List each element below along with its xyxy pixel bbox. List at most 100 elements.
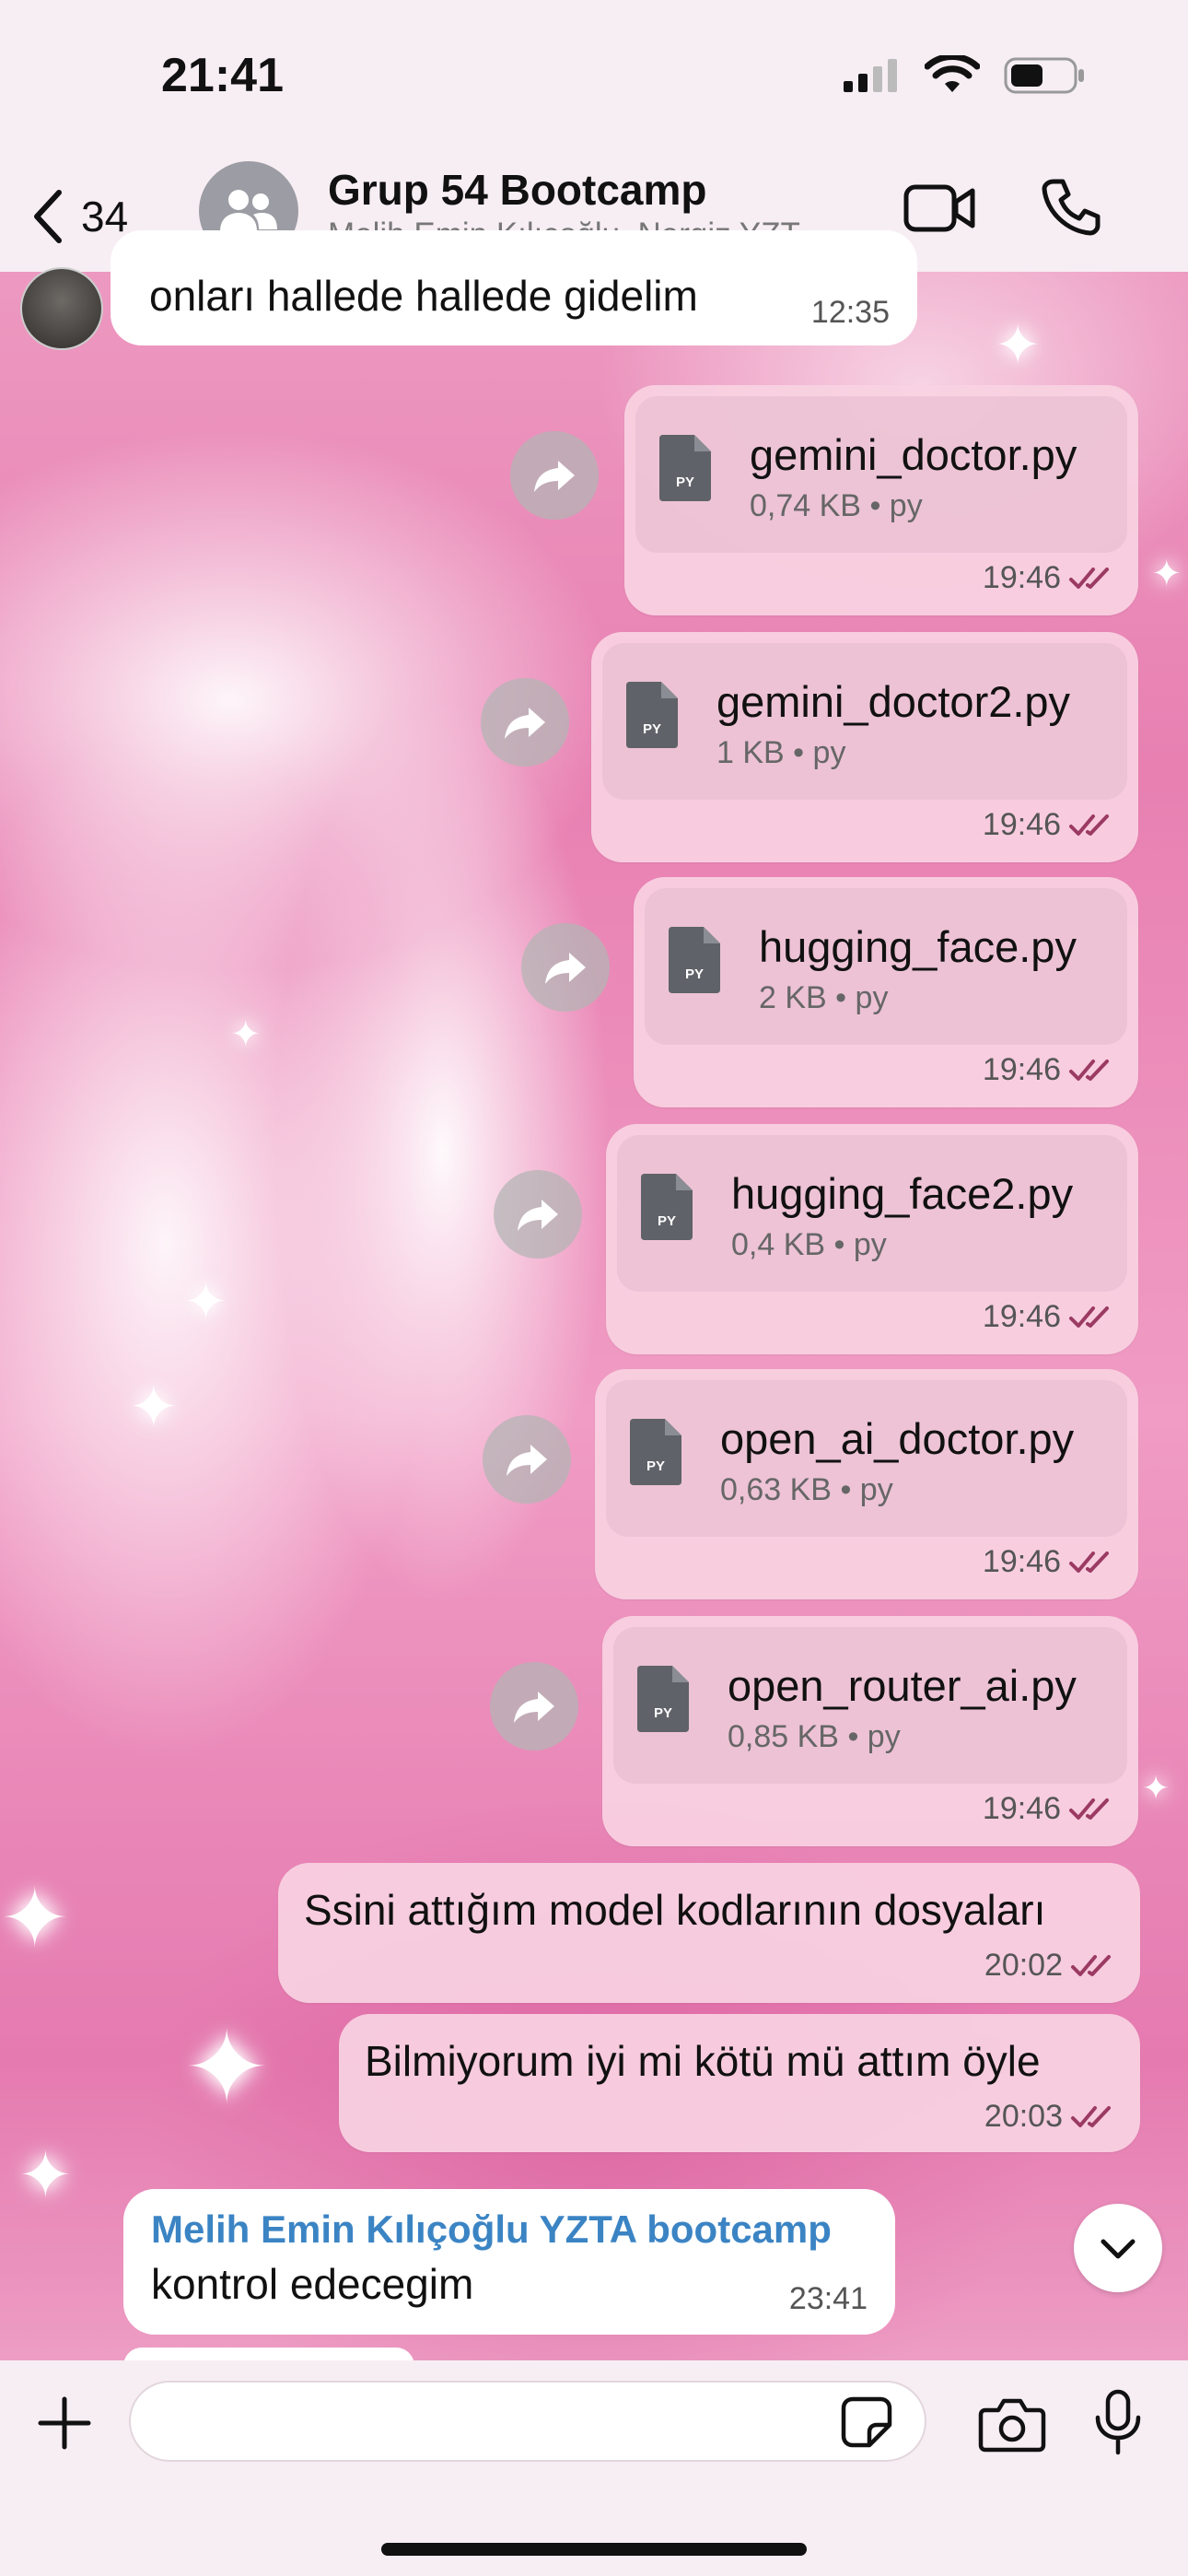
file-icon: PY: [637, 1666, 689, 1732]
file-meta: 0,4 KB • py: [731, 1227, 887, 1263]
double-check-icon: [1069, 814, 1109, 836]
file-meta: 0,85 KB • py: [728, 1719, 901, 1755]
file-size: 0,85 KB: [728, 1719, 839, 1754]
file-meta-separator: •: [793, 735, 805, 770]
message-input[interactable]: [129, 2381, 926, 2462]
sparkle-decoration: ✦: [184, 2011, 270, 2125]
sticker-button[interactable]: [840, 2395, 893, 2453]
file-size: 0,4 KB: [731, 1227, 826, 1262]
file-message[interactable]: PY gemini_doctor.py 0,74 KB • py 19:46: [624, 385, 1138, 615]
camera-button[interactable]: [978, 2395, 1046, 2457]
file-icon-label: PY: [643, 721, 661, 737]
message-time-label: 19:46: [982, 1544, 1061, 1579]
file-message[interactable]: PY open_router_ai.py 0,85 KB • py 19:46: [602, 1616, 1138, 1846]
sender-name[interactable]: Melih Emin Kılıçoğlu YZTA bootcamp: [151, 2207, 832, 2252]
microphone-button[interactable]: [1092, 2388, 1144, 2461]
sparkle-decoration: ✦: [184, 1272, 227, 1330]
status-icons: [842, 55, 1087, 96]
message-time: 19:46: [983, 807, 1114, 843]
chevron-down-icon: [1101, 2239, 1136, 2259]
message-time-label: 19:46: [982, 560, 1061, 595]
file-icon: PY: [630, 1419, 681, 1485]
file-attachment[interactable]: PY gemini_doctor.py 0,74 KB • py: [635, 396, 1127, 553]
video-call-icon: [903, 184, 975, 232]
forward-button[interactable]: [510, 431, 599, 520]
cellular-signal-icon: [844, 59, 897, 92]
file-name: hugging_face2.py: [731, 1169, 1074, 1218]
file-name: open_ai_doctor.py: [720, 1414, 1075, 1463]
file-message[interactable]: PY gemini_doctor2.py 1 KB • py 19:46: [591, 632, 1138, 862]
group-name[interactable]: Grup 54 Bootcamp: [328, 165, 707, 215]
message-text: Bilmiyorum iyi mi kötü mü attım öyle: [365, 2037, 1041, 2085]
message-time: 19:46: [983, 1052, 1114, 1088]
file-attachment[interactable]: PY gemini_doctor2.py 1 KB • py: [602, 643, 1127, 800]
message-time-label: 19:46: [982, 807, 1061, 842]
double-check-icon: [1071, 2105, 1111, 2127]
file-name: hugging_face.py: [759, 922, 1077, 971]
phone-call-icon: [1042, 179, 1101, 236]
file-name: gemini_doctor2.py: [716, 677, 1071, 726]
sparkle-decoration: ✦: [995, 314, 1042, 376]
file-icon-label: PY: [654, 1705, 672, 1721]
file-attachment[interactable]: PY hugging_face2.py 0,4 KB • py: [617, 1135, 1127, 1292]
sparkle-decoration: ✦: [0, 1873, 70, 1965]
microphone-icon: [1095, 2389, 1141, 2455]
message-time: 12:35: [810, 295, 890, 330]
back-button[interactable]: 34: [28, 180, 128, 253]
file-extension: py: [855, 980, 889, 1015]
forward-button[interactable]: [483, 1415, 571, 1504]
wifi-icon: [925, 55, 980, 92]
file-meta-separator: •: [869, 488, 881, 523]
file-meta-separator: •: [833, 1227, 845, 1262]
message-time: 19:46: [983, 1299, 1114, 1335]
forward-button[interactable]: [521, 923, 610, 1012]
chat-screen: ✦ ✦ ✦ ✦ ✦ ✦ ✦ ✦ ✦ 21:41 34 Grup 54 Bootc…: [0, 0, 1188, 2576]
battery-icon: [1004, 57, 1084, 94]
sender-avatar[interactable]: [20, 267, 103, 350]
back-chevron-icon: [34, 190, 62, 243]
file-attachment[interactable]: PY hugging_face.py 2 KB • py: [645, 888, 1127, 1045]
camera-icon: [978, 2398, 1046, 2453]
file-icon: PY: [659, 435, 711, 501]
file-extension: py: [812, 735, 846, 770]
home-indicator: [381, 2543, 807, 2556]
file-message[interactable]: PY open_ai_doctor.py 0,63 KB • py 19:46: [595, 1369, 1138, 1599]
message-text: onları hallede hallede gidelim: [149, 272, 698, 320]
file-icon-label: PY: [676, 474, 694, 490]
file-attachment[interactable]: PY open_router_ai.py 0,85 KB • py: [613, 1627, 1127, 1784]
incoming-message[interactable]: Melih Emin Kılıçoğlu YZTA bootcamp kontr…: [123, 2189, 895, 2335]
video-call-button[interactable]: [903, 180, 976, 241]
forward-button[interactable]: [494, 1170, 582, 1259]
outgoing-message[interactable]: Ssini attığım model kodlarının dosyaları…: [278, 1863, 1140, 2003]
sparkle-decoration: ✦: [129, 1374, 179, 1440]
incoming-message[interactable]: onları hallede hallede gidelim 12:35: [111, 230, 917, 345]
file-message[interactable]: PY hugging_face.py 2 KB • py 19:46: [634, 877, 1138, 1107]
voice-call-button[interactable]: [1041, 176, 1101, 241]
file-name: gemini_doctor.py: [750, 430, 1077, 479]
file-attachment[interactable]: PY open_ai_doctor.py 0,63 KB • py: [606, 1380, 1127, 1537]
status-time: 21:41: [161, 49, 284, 102]
sparkle-decoration: ✦: [230, 1014, 262, 1055]
message-time-label: 20:02: [984, 1948, 1063, 1983]
double-check-icon: [1069, 1306, 1109, 1328]
file-meta: 2 KB • py: [759, 980, 888, 1016]
file-extension: py: [889, 488, 923, 523]
forward-icon: [505, 708, 545, 739]
outgoing-message[interactable]: Bilmiyorum iyi mi kötü mü attım öyle 20:…: [339, 2014, 1140, 2152]
group-avatar-icon: [220, 190, 277, 231]
file-icon-label: PY: [685, 966, 704, 982]
forward-button[interactable]: [490, 1662, 578, 1751]
sparkle-decoration: ✦: [18, 2139, 73, 2211]
file-meta-separator: •: [835, 980, 847, 1015]
forward-button[interactable]: [481, 678, 569, 767]
status-bar: 21:41: [0, 0, 1188, 161]
sparkle-decoration: ✦: [1142, 1769, 1171, 1807]
forward-icon: [507, 1445, 547, 1476]
file-icon: PY: [626, 682, 678, 748]
scroll-to-bottom-button[interactable]: [1074, 2204, 1162, 2292]
attach-button[interactable]: [35, 2394, 94, 2457]
plus-icon: [38, 2396, 91, 2450]
file-size: 2 KB: [759, 980, 827, 1015]
file-message[interactable]: PY hugging_face2.py 0,4 KB • py 19:46: [606, 1124, 1138, 1354]
forward-icon: [514, 1692, 554, 1723]
